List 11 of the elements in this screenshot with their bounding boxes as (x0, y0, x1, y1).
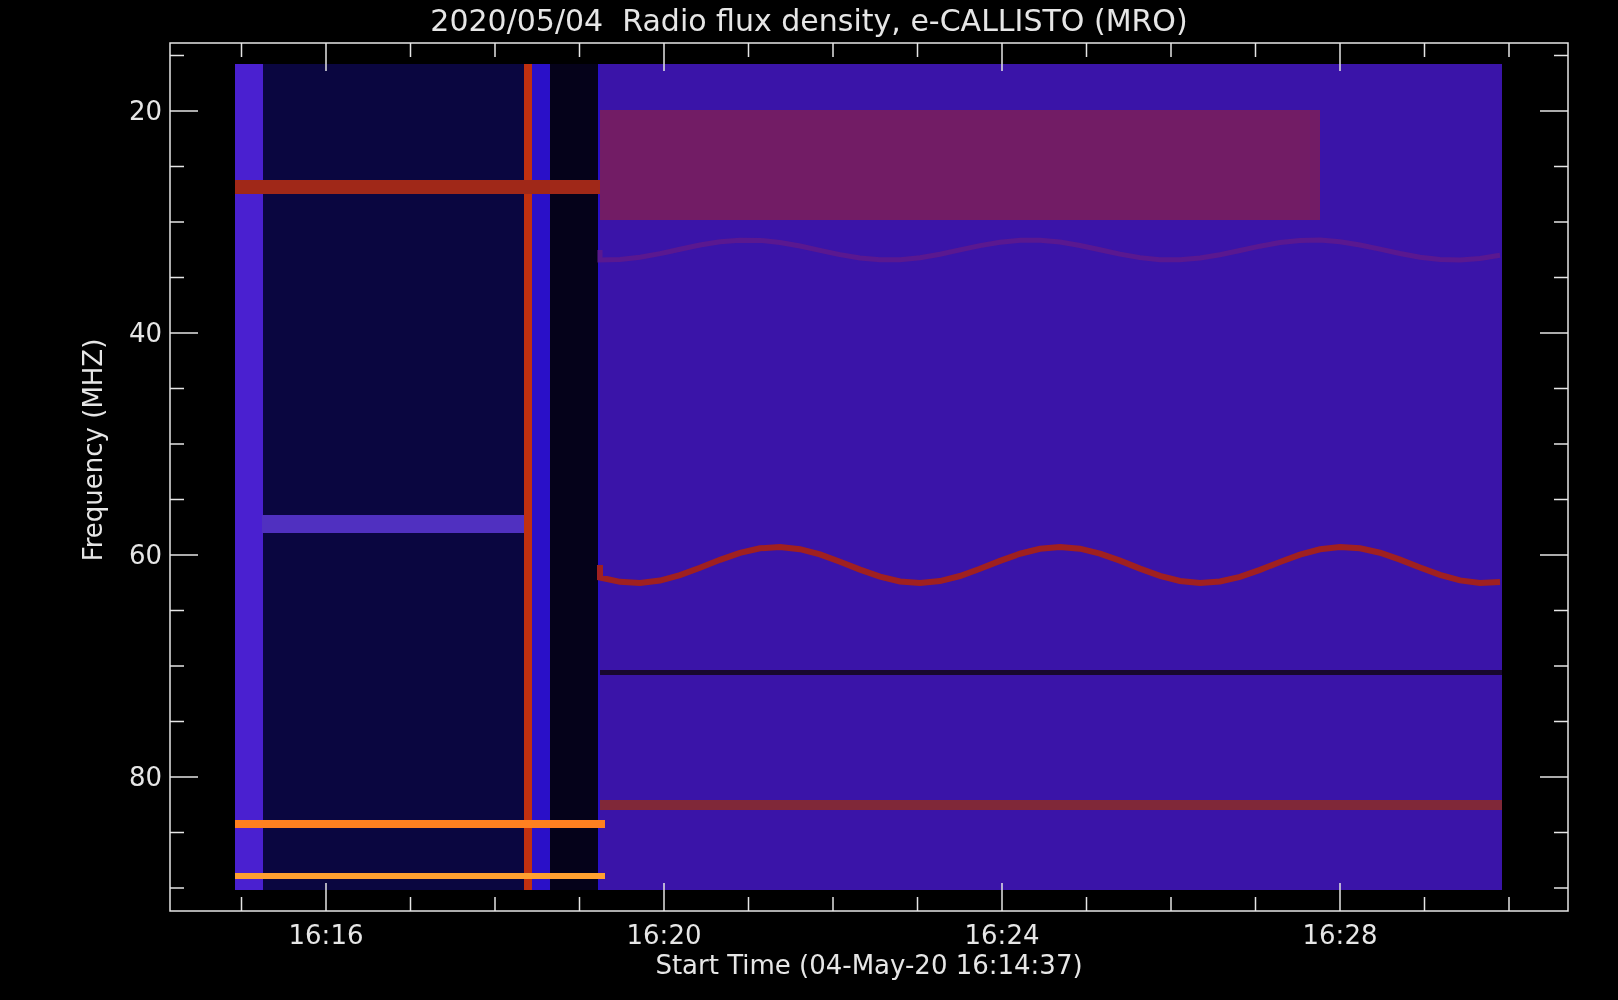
y-tick-label: 60 (127, 540, 162, 570)
x-tick-label: 16:28 (1301, 920, 1379, 950)
x-tick-label: 16:24 (963, 920, 1041, 950)
y-tick-label: 20 (127, 96, 162, 126)
y-tick-label: 80 (127, 762, 162, 792)
x-tick-label: 16:20 (625, 920, 703, 950)
y-tick-label: 40 (127, 318, 162, 348)
x-tick-label: 16:16 (287, 920, 365, 950)
y-axis-title: Frequency (MHZ) (78, 338, 108, 562)
x-axis-title: Start Time (04-May-20 16:14:37) (655, 950, 1083, 980)
chart-title: 2020/05/04 Radio flux density, e-CALLISTO (MRO) (430, 2, 1188, 40)
